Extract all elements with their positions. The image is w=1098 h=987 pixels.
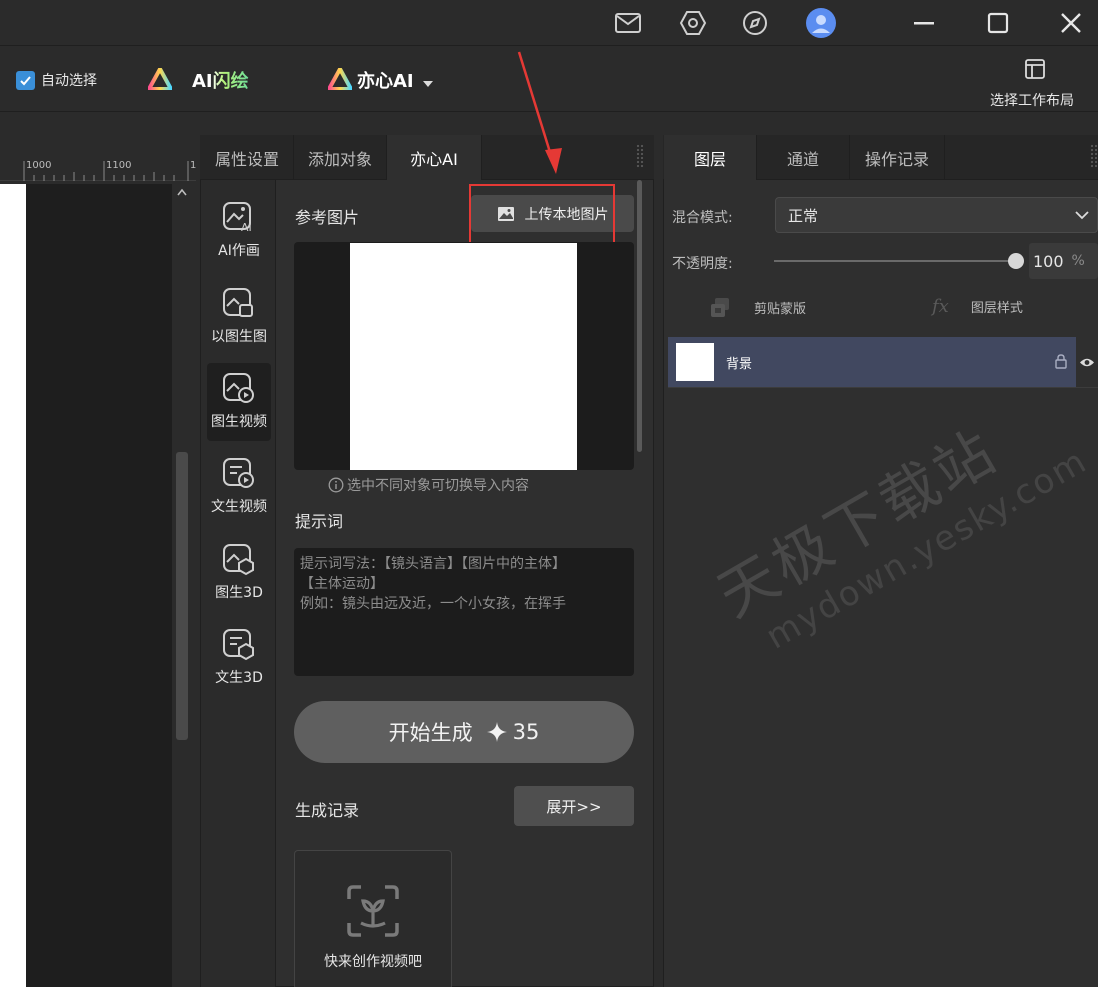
image-to-image-icon (223, 288, 253, 317)
tab-history[interactable]: 操作记录 (850, 135, 945, 180)
ruler-mark: 1000 (26, 160, 52, 171)
mail-icon[interactable] (611, 6, 645, 40)
layer-divider (668, 387, 1098, 388)
yixin-ai-button[interactable]: 亦心AI (357, 67, 414, 93)
tab-layers[interactable]: 图层 (664, 135, 757, 180)
settings-hex-icon[interactable] (676, 6, 710, 40)
rail-item-text-to-video[interactable]: 文生视频 (207, 448, 271, 526)
ai-flash-label: AI闪绘 (192, 71, 249, 92)
tab-add-object[interactable]: 添加对象 (294, 135, 387, 180)
opacity-label: 不透明度: (672, 256, 733, 272)
opacity-slider-handle[interactable] (1008, 253, 1024, 269)
tab-yixin-ai[interactable]: 亦心AI (387, 135, 482, 180)
ai-flash-button[interactable]: AI闪绘 (192, 67, 249, 93)
tab-channels[interactable]: 通道 (757, 135, 850, 180)
opacity-value: 100 (1033, 251, 1064, 271)
lock-icon[interactable] (1055, 354, 1067, 373)
blend-mode-value: 正常 (788, 206, 819, 225)
check-icon (20, 76, 31, 86)
ai-panel-scrollbar[interactable] (637, 180, 642, 452)
rail-item-text-to-3d[interactable]: 文生3D (207, 619, 271, 697)
layer-thumbnail (676, 343, 714, 381)
layer-style-button[interactable]: fx 图层样式 (932, 296, 1023, 317)
compass-icon[interactable] (738, 6, 772, 40)
opacity-input[interactable]: 100 % (1029, 243, 1098, 279)
generate-cost: 35 (512, 720, 540, 744)
prompt-placeholder-line: 例如：镜头由远及近，一个小女孩，在挥手 (300, 596, 566, 612)
reference-image-title: 参考图片 (295, 208, 360, 227)
minimize-icon[interactable] (907, 6, 941, 40)
rail-label: 图生3D (215, 585, 263, 601)
rail-label: 文生3D (215, 670, 263, 686)
start-generate-button[interactable]: 开始生成 35 (294, 701, 634, 763)
info-icon (328, 477, 344, 493)
plant-scan-icon (347, 885, 399, 937)
toolbar: 自动选择 AI闪绘 亦心AI 选择工作布局 (0, 46, 1098, 112)
empty-history-label: 快来创作视频吧 (324, 954, 422, 970)
ruler-mark: 1100 (106, 160, 132, 171)
sparkle-icon (486, 722, 507, 742)
prompt-placeholder-line: 【主体运动】 (300, 576, 384, 592)
ai-flash-logo-icon (145, 64, 175, 94)
rail-label: AI作画 (218, 243, 260, 259)
rail-item-ai-image[interactable]: AI AI作画 (207, 192, 271, 270)
rail-item-image-to-video[interactable]: 图生视频 (207, 363, 271, 441)
rail-item-image-to-3d[interactable]: 图生3D (207, 534, 271, 612)
opacity-slider-track[interactable] (774, 260, 1016, 262)
blend-mode-select[interactable]: 正常 (775, 197, 1098, 233)
canvas-document[interactable] (0, 184, 26, 987)
svg-text:AI: AI (241, 221, 252, 234)
panel-grip-icon[interactable] (1090, 144, 1098, 168)
blend-mode-label: 混合模式: (672, 210, 733, 226)
avatar[interactable] (804, 6, 838, 40)
ai-image-icon: AI (223, 202, 252, 234)
history-title: 生成记录 (295, 801, 360, 820)
clip-mask-icon (711, 298, 729, 317)
auto-select-checkbox[interactable] (16, 71, 35, 90)
expand-button[interactable]: 展开>> (514, 786, 634, 826)
image-to-video-icon (223, 373, 254, 403)
horizontal-ruler: 1000 1100 1 (0, 158, 196, 181)
reference-image-thumbnail (350, 243, 577, 470)
panel-grip-icon[interactable] (636, 144, 644, 168)
layer-name: 背景 (726, 357, 753, 372)
import-hint-text: 选中不同对象可切换导入内容 (347, 478, 529, 494)
layer-style-label: 图层样式 (970, 301, 1023, 316)
fx-icon: fx (932, 296, 949, 317)
prompt-placeholder-line: 提示词写法：【镜头语言】【图片中的主体】 (300, 556, 566, 572)
visibility-eye-icon[interactable] (1076, 337, 1098, 387)
prompt-textarea[interactable]: 提示词写法：【镜头语言】【图片中的主体】 【主体运动】 例如：镜头由远及近，一个… (294, 548, 634, 676)
rail-item-image-to-image[interactable]: 以图生图 (207, 278, 271, 356)
ruler-mark: 1 (190, 160, 197, 171)
prompt-title: 提示词 (295, 512, 344, 531)
layout-icon[interactable] (1024, 58, 1046, 84)
image-to-3d-icon (223, 544, 254, 576)
canvas-pasteboard[interactable] (26, 184, 172, 987)
tab-properties[interactable]: 属性设置 (201, 135, 294, 180)
yixin-logo-icon (325, 64, 355, 94)
title-bar (0, 0, 1098, 46)
caret-down-icon[interactable] (423, 76, 433, 92)
scroll-up-icon[interactable] (177, 184, 187, 200)
maximize-icon[interactable] (981, 6, 1015, 40)
canvas-scroll-thumb[interactable] (176, 452, 188, 740)
auto-select-label: 自动选择 (41, 73, 97, 89)
clip-mask-button[interactable]: 剪贴蒙版 (710, 296, 806, 318)
clip-mask-label: 剪贴蒙版 (754, 301, 807, 317)
rail-label: 图生视频 (211, 414, 267, 430)
import-hint: 选中不同对象可切换导入内容 (328, 475, 529, 495)
text-to-3d-icon (223, 629, 254, 661)
empty-history-card: 快来创作视频吧 (294, 850, 452, 987)
opacity-unit: % (1071, 253, 1085, 269)
text-to-video-icon (223, 458, 254, 488)
generate-label: 开始生成 (388, 721, 473, 745)
rail-label: 以图生图 (211, 329, 267, 345)
rail-label: 文生视频 (211, 499, 267, 515)
close-icon[interactable] (1054, 6, 1088, 40)
chevron-down-icon (1075, 211, 1089, 220)
workspace-layout-button[interactable]: 选择工作布局 (990, 90, 1074, 110)
highlight-annotation-box (469, 184, 615, 246)
